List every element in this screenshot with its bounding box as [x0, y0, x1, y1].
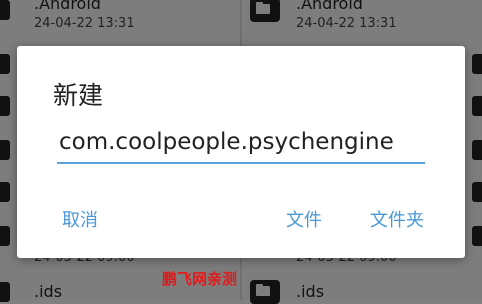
folder-icon	[472, 226, 482, 246]
file-name: .Android	[34, 0, 101, 13]
dialog-title: 新建	[53, 81, 104, 110]
folder-icon	[250, 0, 280, 22]
folder-icon	[250, 280, 280, 304]
new-file-button[interactable]: 文件	[286, 206, 322, 232]
folder-icon	[472, 140, 482, 160]
file-name: .ids	[296, 282, 325, 301]
new-item-dialog: 新建 取消 文件 文件夹	[17, 46, 465, 258]
folder-icon	[472, 96, 482, 116]
folder-icon	[0, 226, 10, 246]
folder-icon	[0, 182, 10, 202]
file-name: .ids	[34, 282, 63, 301]
folder-icon	[0, 140, 10, 160]
watermark: 鹏飞网亲测	[162, 270, 238, 288]
name-input[interactable]	[57, 124, 425, 164]
file-name: .Android	[296, 0, 363, 13]
folder-icon	[472, 54, 482, 74]
folder-icon	[472, 182, 482, 202]
file-date: 24-04-22 13:31	[296, 16, 397, 31]
cancel-button[interactable]: 取消	[62, 206, 98, 232]
folder-icon	[0, 54, 10, 74]
new-folder-button[interactable]: 文件夹	[370, 206, 424, 232]
file-date: 24-04-22 13:31	[34, 16, 135, 31]
folder-icon	[0, 96, 10, 116]
folder-icon	[0, 0, 10, 20]
folder-icon	[0, 282, 10, 302]
